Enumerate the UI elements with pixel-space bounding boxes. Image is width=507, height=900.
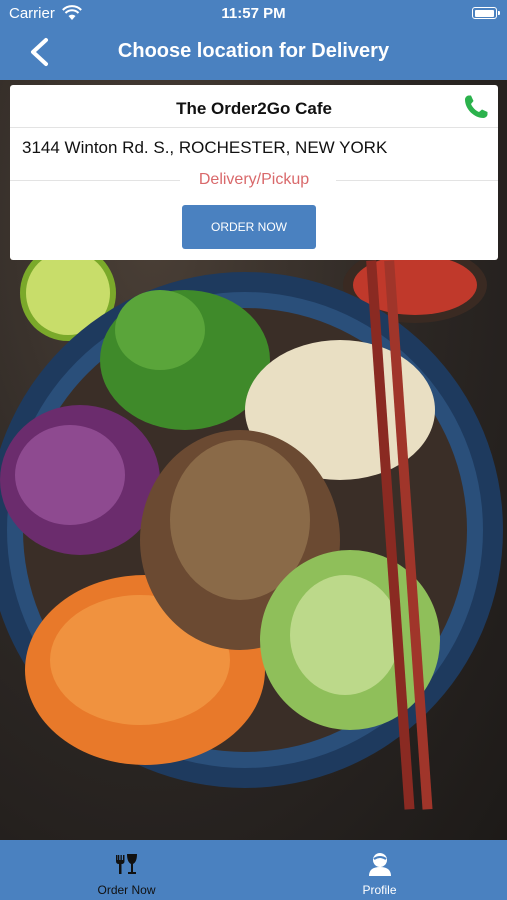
navigation-bar: Carrier 11:57 PM Choose location for Del… [0, 0, 507, 80]
order-now-button[interactable]: ORDER NOW [182, 205, 316, 249]
restaurant-address: 3144 Winton Rd. S., ROCHESTER, NEW YORK [22, 138, 388, 157]
tab-label: Profile [362, 883, 397, 897]
divider [10, 127, 498, 128]
location-card: The Order2Go Cafe 3144 Winton Rd. S., RO… [10, 85, 498, 260]
tab-bar: Order Now Profile [0, 840, 507, 900]
phone-icon[interactable] [462, 93, 490, 121]
page-title: Choose location for Delivery [117, 40, 390, 62]
status-bar: Carrier 11:57 PM [0, 0, 507, 28]
battery-icon [472, 7, 500, 19]
tab-profile[interactable]: Profile [253, 840, 506, 900]
tab-label: Order Now [97, 883, 156, 897]
user-icon [368, 853, 391, 876]
status-time: 11:57 PM [221, 5, 286, 22]
service-mode-label: Delivery/Pickup [198, 171, 310, 188]
dining-icon [115, 854, 137, 874]
tab-order-now[interactable]: Order Now [0, 840, 253, 900]
restaurant-name: The Order2Go Cafe [176, 99, 332, 118]
